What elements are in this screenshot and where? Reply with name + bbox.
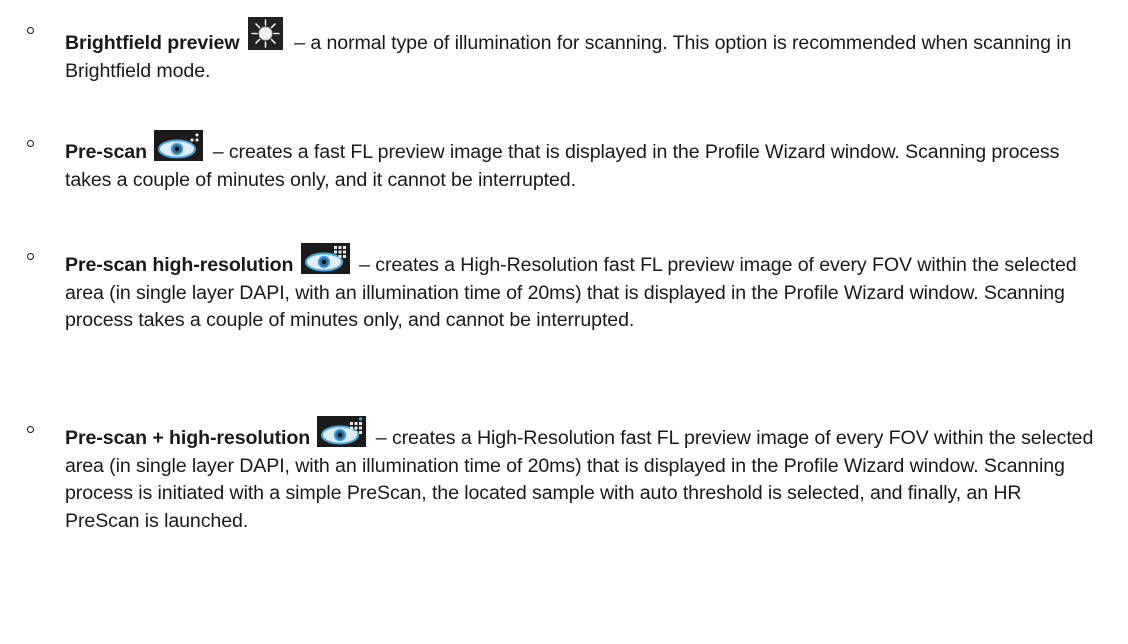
term-label: Pre-scan high-resolution [65, 254, 294, 276]
term-label: Brightfield preview [65, 32, 240, 54]
bullet-marker [24, 137, 38, 151]
description-text: – creates a fast FL preview image that i… [65, 141, 1060, 191]
term-label: Pre-scan [65, 141, 147, 163]
term-label: Pre-scan + high-resolution [65, 427, 311, 449]
bullet-marker [24, 24, 38, 38]
prescan-plus-hr-eye-icon [317, 416, 367, 447]
prescan-hr-eye-icon [300, 243, 350, 274]
list-item-text: Pre-scan high-resolution – creates a Hig… [65, 243, 1098, 335]
brightfield-sun-icon [247, 17, 283, 50]
list-item-text: Pre-scan + high-resolution – creates a H… [65, 416, 1098, 535]
bullet-marker [24, 423, 38, 437]
prescan-eye-icon [154, 130, 204, 161]
bullet-marker [24, 250, 38, 264]
document-page: Brightfield preview – a normal type of i… [0, 0, 1128, 644]
list-item-text: Pre-scan – creates a fast FL preview ima… [65, 130, 1098, 194]
list-item-text: Brightfield preview – a normal type of i… [65, 17, 1098, 85]
